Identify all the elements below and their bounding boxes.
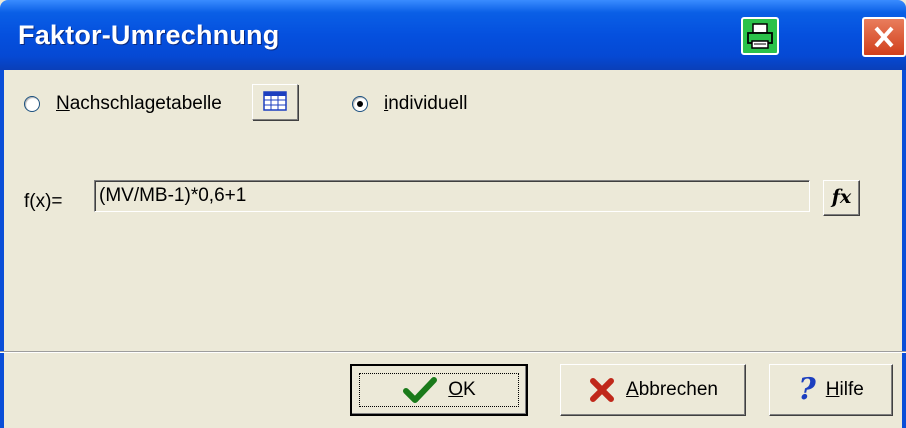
cancel-label: Abbrechen [626,379,718,400]
x-icon [588,376,616,404]
focus-rectangle [359,373,519,407]
window-frame-left [0,70,4,428]
cancel-button[interactable]: Abbrechen [560,364,746,416]
question-icon: ? [798,372,816,407]
radio-lookup-circle[interactable] [24,96,40,112]
radio-individual-circle[interactable] [352,96,368,112]
radio-lookup-table[interactable]: Nachschlagetabelle [24,86,222,122]
formula-label: f(x)= [24,191,63,212]
print-button[interactable] [741,17,779,55]
lookup-table-button[interactable] [252,84,298,120]
help-label: Hilfe [825,379,864,400]
function-button[interactable]: fx [823,180,860,216]
window-title: Faktor-Umrechnung [18,20,280,50]
title-bar[interactable]: Faktor-Umrechnung [0,0,906,70]
function-icon: fx [831,186,852,208]
radio-individual[interactable]: individuell [352,86,467,122]
dialog-window: Faktor-Umrechnung Nachschlagetabelle ind… [0,0,906,428]
window-frame-right [902,70,906,428]
close-button[interactable] [862,17,906,57]
separator-highlight [0,352,906,353]
formula-input[interactable]: (MV/MB-1)*0,6+1 [94,180,810,212]
close-icon [874,26,894,48]
printer-icon [747,23,773,49]
help-button[interactable]: ? Hilfe [769,364,893,416]
table-icon [263,91,287,111]
ok-button[interactable]: OK [350,364,528,416]
radio-lookup-label: Nachschlagetabelle [56,93,222,114]
radio-individual-label: individuell [384,93,468,114]
